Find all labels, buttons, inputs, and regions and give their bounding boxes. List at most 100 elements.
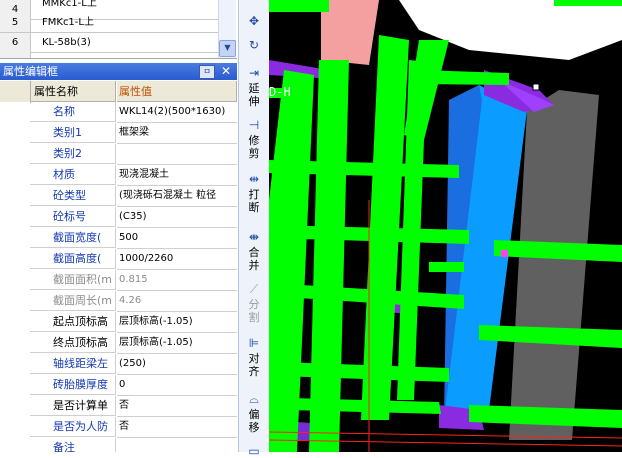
property-value[interactable]: [117, 438, 237, 452]
row-gutter: [0, 312, 30, 333]
property-row[interactable]: 备注: [0, 438, 237, 452]
3d-view[interactable]: D-H: [269, 0, 622, 452]
pin-icon[interactable]: ㅁ: [199, 65, 215, 79]
model-canvas[interactable]: [269, 0, 622, 452]
green-beam: [309, 60, 349, 452]
property-table: 属性名称 属性值 名称 WKL14(2)(500*1630) 类别1 框架梁 类别2 材质…: [0, 81, 237, 452]
toolbar-button-label[interactable]: 延伸: [247, 82, 261, 108]
component-name: KL-58b(3): [42, 37, 91, 48]
property-value[interactable]: 否: [117, 396, 237, 417]
property-name: 截面宽度(: [30, 228, 116, 248]
offset-icon[interactable]: ⌓: [247, 392, 261, 406]
row-gutter: [0, 144, 30, 165]
property-value[interactable]: (250): [117, 354, 237, 375]
green-beam: [429, 262, 464, 272]
header-gutter: [0, 81, 31, 103]
property-name: 是否为人防: [30, 417, 116, 437]
property-row[interactable]: 砖胎膜厚度 0: [0, 375, 237, 396]
property-name: 备注: [30, 438, 116, 452]
component-list: 4 MMKc1-L上 5 FMKc1-L上 6 KL-58b(3) ▼: [0, 0, 237, 59]
property-value[interactable]: [117, 144, 237, 165]
property-name: 类别2: [30, 144, 116, 164]
grip-point: [532, 83, 540, 91]
property-name: 砼标号: [30, 207, 116, 227]
property-row[interactable]: 截面高度(1000/2260: [0, 249, 237, 270]
property-name: 截面周长(m: [30, 291, 116, 311]
row-gutter: [0, 207, 30, 228]
row-gutter: [0, 354, 30, 375]
property-name: 砼类型: [30, 186, 116, 206]
property-row[interactable]: 是否计算单否: [0, 396, 237, 417]
property-row[interactable]: 名称 WKL14(2)(500*1630): [0, 102, 237, 123]
property-value[interactable]: 层顶标高(-1.05): [117, 312, 237, 333]
close-icon[interactable]: ✕: [219, 63, 233, 79]
property-value[interactable]: 1000/2260: [117, 249, 237, 270]
grip-point: [501, 250, 508, 257]
chevron-down-icon[interactable]: ▼: [219, 40, 236, 57]
toolbar-button-label[interactable]: 对齐: [247, 352, 261, 378]
property-name: 起点顶标高: [30, 312, 116, 332]
header-name: 属性名称: [30, 81, 116, 102]
move-icon[interactable]: ✥: [247, 14, 261, 28]
property-value[interactable]: 否: [117, 417, 237, 438]
row-gutter: [0, 333, 30, 354]
row-gutter: [0, 375, 30, 396]
list-item[interactable]: 5 FMKc1-L上: [0, 13, 218, 33]
row-gutter: [0, 186, 30, 207]
edit-toolbar: ✥ ↻ ⇥ 延伸 ⊣ 修剪 ⇹ 打断 ⇼ 合并 ⟋ 分割 ⊫ 对齐 ⌓ 偏移 ▭: [238, 0, 270, 458]
toolbar-button-label[interactable]: 偏移: [247, 408, 261, 434]
property-name: 名称: [30, 102, 116, 122]
row-gutter: [0, 417, 30, 438]
merge-icon[interactable]: ⇼: [247, 230, 261, 244]
property-row[interactable]: 砼类型 (现浇砾石混凝土 粒径: [0, 186, 237, 207]
property-name: 类别1: [30, 123, 116, 143]
align-icon[interactable]: ⊫: [247, 336, 261, 350]
property-row[interactable]: 砼标号 (C35): [0, 207, 237, 228]
row-gutter: [0, 270, 30, 291]
property-row[interactable]: 起点顶标高 层顶标高(-1.05): [0, 312, 237, 333]
row-gutter: [0, 291, 30, 312]
list-item[interactable]: 6 KL-58b(3): [0, 33, 218, 53]
property-value[interactable]: 现浇混凝土: [117, 165, 237, 186]
property-row[interactable]: 终点顶标高 层顶标高(-1.05): [0, 333, 237, 354]
trim-icon[interactable]: ⊣: [247, 118, 261, 132]
property-value[interactable]: 层顶标高(-1.05): [117, 333, 237, 354]
row-number: [0, 52, 31, 58]
row-gutter: [0, 102, 30, 123]
property-value[interactable]: 框架梁: [117, 123, 237, 144]
row-number: 6: [0, 33, 31, 52]
toolbar-button-label[interactable]: 修剪: [247, 134, 261, 160]
property-value[interactable]: (现浇砾石混凝土 粒径: [117, 186, 237, 207]
property-value[interactable]: 500: [117, 228, 237, 249]
property-value[interactable]: WKL14(2)(500*1630): [117, 102, 237, 123]
toolbar-button-label[interactable]: 分割: [247, 298, 261, 324]
split-icon[interactable]: ⟋: [247, 282, 261, 296]
property-row[interactable]: 类别2: [0, 144, 237, 165]
property-row[interactable]: 截面周长(m 4.26: [0, 291, 237, 312]
row-gutter: [0, 438, 30, 452]
toolbar-button-label[interactable]: 打断: [247, 188, 261, 214]
property-row[interactable]: 材质 现浇混凝土: [0, 165, 237, 186]
break-icon[interactable]: ⇹: [247, 172, 261, 186]
property-row[interactable]: 轴线距梁左 (250): [0, 354, 237, 375]
row-gutter: [0, 396, 30, 417]
property-row[interactable]: 是否为人防否: [0, 417, 237, 438]
property-value[interactable]: 0.815: [117, 270, 237, 291]
component-name: FMKc1-L上: [42, 17, 94, 28]
toolbar-button-label[interactable]: 合并: [247, 246, 261, 272]
stretch-icon[interactable]: ▭: [247, 444, 261, 458]
property-row[interactable]: 截面宽度(500: [0, 228, 237, 249]
list-item[interactable]: [0, 52, 218, 58]
property-value[interactable]: 0: [117, 375, 237, 396]
rotate-icon[interactable]: ↻: [247, 38, 261, 52]
property-row[interactable]: 截面面积(m 0.815: [0, 270, 237, 291]
extend-icon[interactable]: ⇥: [247, 66, 261, 80]
property-row[interactable]: 类别1 框架梁: [0, 123, 237, 144]
property-name: 是否计算单: [30, 396, 116, 416]
panel-title: 属性编辑框: [3, 65, 58, 78]
header-value: 属性值: [117, 81, 237, 102]
property-name: 截面高度(: [30, 249, 116, 269]
property-value[interactable]: 4.26: [117, 291, 237, 312]
green-beam: [269, 0, 329, 12]
property-value[interactable]: (C35): [117, 207, 237, 228]
